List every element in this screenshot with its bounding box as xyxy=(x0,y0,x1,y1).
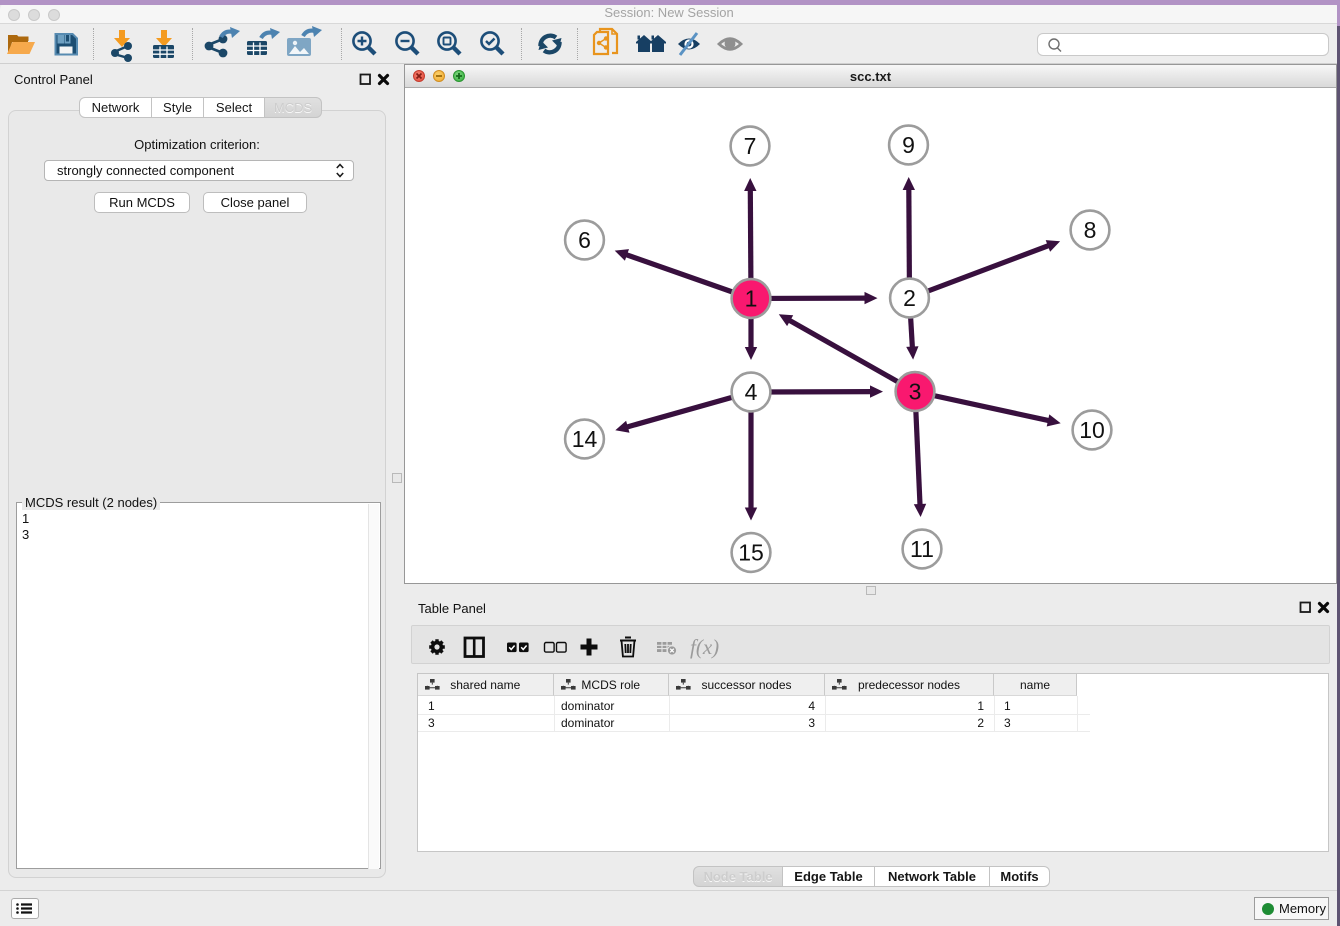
svg-text:7: 7 xyxy=(744,133,757,159)
svg-text:6: 6 xyxy=(578,227,591,253)
svg-text:1: 1 xyxy=(745,286,758,312)
svg-text:2: 2 xyxy=(903,285,916,311)
svg-text:11: 11 xyxy=(910,536,934,562)
svg-text:9: 9 xyxy=(902,132,915,158)
svg-text:4: 4 xyxy=(745,379,758,405)
svg-text:8: 8 xyxy=(1084,217,1097,243)
svg-text:f(x): f(x) xyxy=(690,635,719,659)
svg-text:15: 15 xyxy=(738,540,764,566)
svg-text:10: 10 xyxy=(1079,417,1105,443)
svg-text:3: 3 xyxy=(909,379,922,405)
svg-text:14: 14 xyxy=(572,426,598,452)
